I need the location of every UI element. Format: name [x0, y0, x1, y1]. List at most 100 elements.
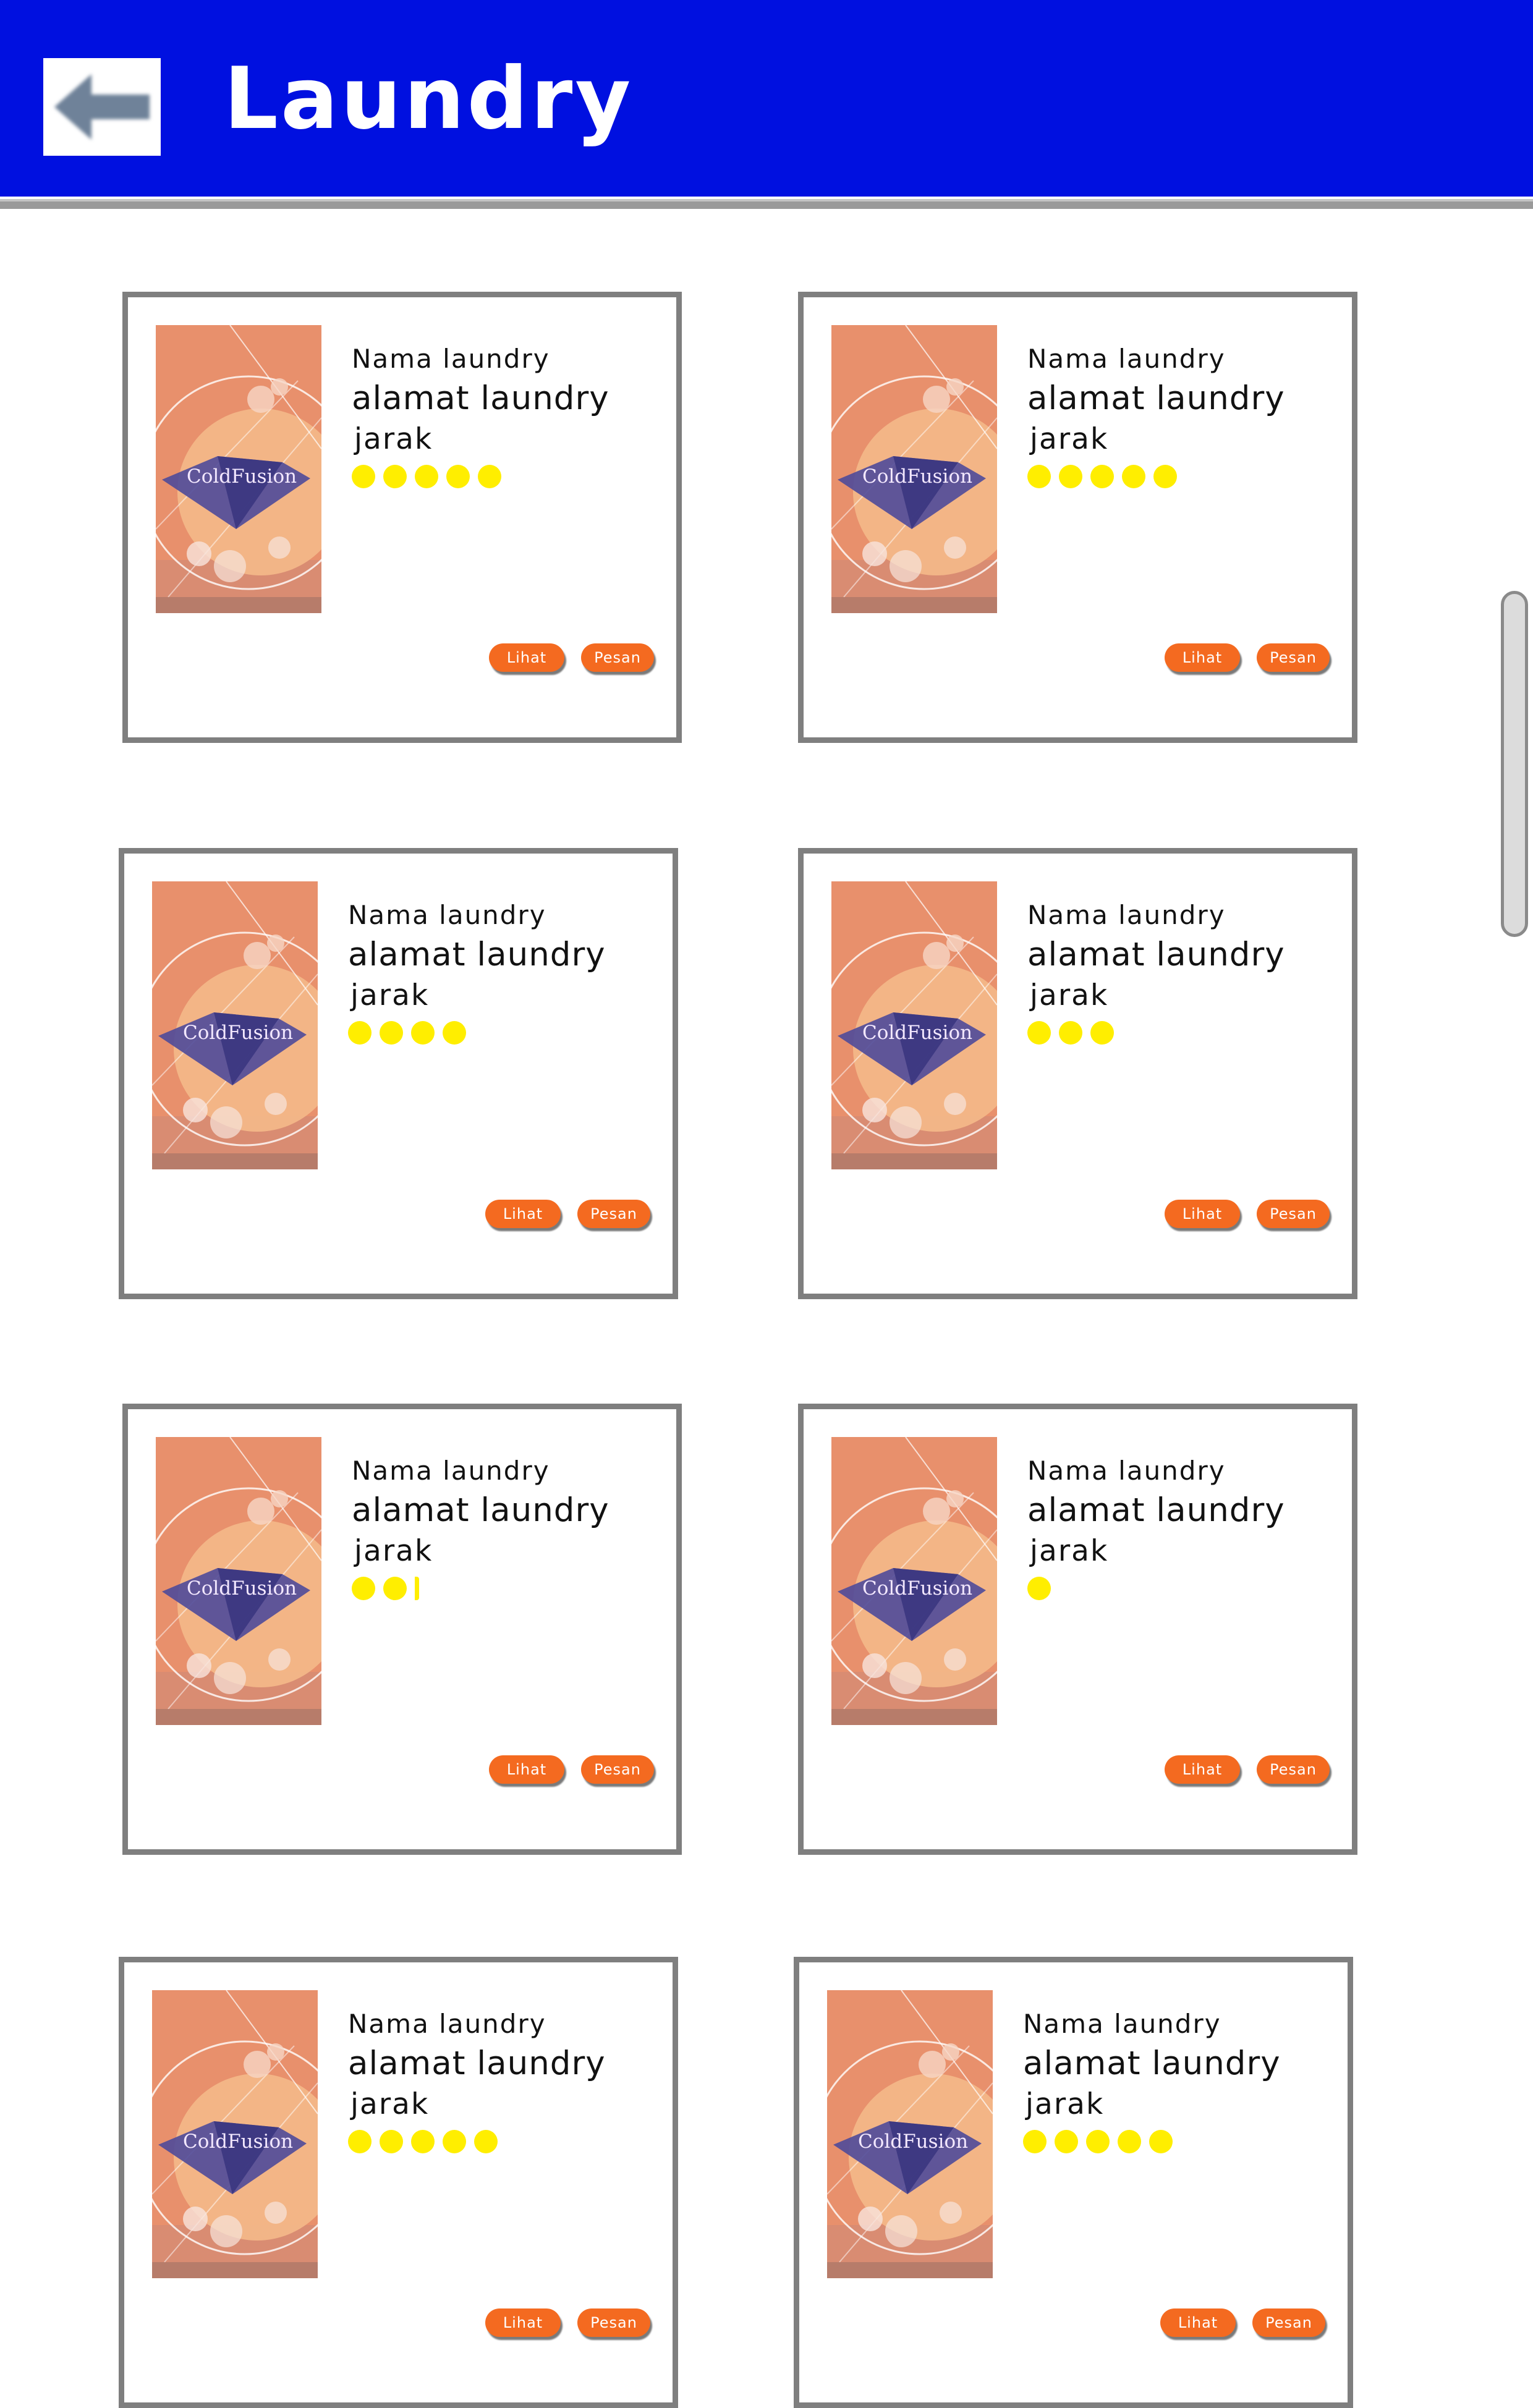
view-button[interactable]: Lihat	[485, 1200, 561, 1228]
rating-dots	[1027, 465, 1285, 490]
rating-dot	[411, 1021, 435, 1045]
rating-dot	[443, 2130, 466, 2153]
rating-dots	[1027, 1021, 1285, 1046]
rating-dot	[1153, 465, 1177, 488]
rating-dot	[352, 1577, 375, 1600]
order-button[interactable]: Pesan	[581, 643, 654, 672]
laundry-thumbnail: ColdFusion	[156, 325, 321, 613]
order-button[interactable]: Pesan	[577, 2308, 650, 2337]
laundry-card[interactable]: ColdFusion Nama laundry alamat laundry j…	[798, 1404, 1357, 1855]
laundry-card[interactable]: ColdFusion Nama laundry alamat laundry j…	[794, 1957, 1353, 2408]
rating-dot	[474, 2130, 498, 2153]
svg-text:ColdFusion: ColdFusion	[862, 1577, 972, 1600]
view-button[interactable]: Lihat	[1160, 2308, 1236, 2337]
laundry-address: alamat laundry	[1027, 936, 1285, 973]
laundry-address: alamat laundry	[1027, 379, 1285, 417]
laundry-name: Nama laundry	[1027, 900, 1226, 930]
rating-dot	[1086, 2130, 1110, 2153]
header-divider	[0, 199, 1533, 209]
rating-dot	[1027, 465, 1051, 488]
rating-dot	[1055, 2130, 1078, 2153]
svg-text:ColdFusion: ColdFusion	[187, 465, 297, 488]
laundry-name: Nama laundry	[1027, 344, 1226, 374]
laundry-address: alamat laundry	[352, 379, 609, 417]
rating-dot	[411, 2130, 435, 2153]
rating-dot	[380, 2130, 403, 2153]
rating-dot	[348, 2130, 372, 2153]
rating-dot	[1059, 465, 1082, 488]
rating-dot	[1059, 1021, 1082, 1045]
svg-text:ColdFusion: ColdFusion	[862, 1022, 972, 1044]
view-button[interactable]: Lihat	[489, 643, 564, 672]
back-button[interactable]	[43, 58, 161, 156]
arrow-left-icon	[54, 74, 150, 140]
rating-dot	[383, 465, 407, 488]
rating-dot	[1122, 465, 1145, 488]
laundry-card[interactable]: ColdFusion Nama laundry alamat laundry j…	[798, 848, 1357, 1299]
rating-dots	[348, 1021, 606, 1046]
laundry-card[interactable]: ColdFusion Nama laundry alamat laundry j…	[119, 848, 678, 1299]
rating-dots	[352, 465, 609, 490]
page-title: Laundry	[224, 49, 634, 148]
laundry-card[interactable]: ColdFusion Nama laundry alamat laundry j…	[119, 1957, 678, 2408]
view-button[interactable]: Lihat	[489, 1755, 564, 1784]
laundry-address: alamat laundry	[1023, 2045, 1281, 2082]
rating-dot-partial	[415, 1577, 419, 1600]
laundry-distance: jarak	[1030, 422, 1109, 456]
laundry-distance: jarak	[354, 422, 433, 456]
rating-dot	[478, 465, 501, 488]
laundry-thumbnail: ColdFusion	[831, 1437, 997, 1725]
rating-dot	[348, 1021, 372, 1045]
rating-dots	[1027, 1577, 1285, 1601]
rating-dots	[348, 2130, 606, 2155]
laundry-name: Nama laundry	[348, 900, 546, 930]
order-button[interactable]: Pesan	[1257, 1200, 1330, 1228]
laundry-name: Nama laundry	[348, 2009, 546, 2039]
view-button[interactable]: Lihat	[1165, 1755, 1240, 1784]
laundry-thumbnail: ColdFusion	[827, 1990, 993, 2278]
laundry-card[interactable]: ColdFusion Nama laundry alamat laundry j…	[122, 292, 682, 743]
order-button[interactable]: Pesan	[1257, 643, 1330, 672]
view-button[interactable]: Lihat	[1165, 1200, 1240, 1228]
laundry-thumbnail: ColdFusion	[831, 881, 997, 1169]
laundry-thumbnail: ColdFusion	[152, 1990, 318, 2278]
rating-dot	[415, 465, 438, 488]
rating-dot	[1149, 2130, 1173, 2153]
laundry-address: alamat laundry	[348, 936, 606, 973]
order-button[interactable]: Pesan	[1257, 1755, 1330, 1784]
svg-text:ColdFusion: ColdFusion	[187, 1577, 297, 1600]
scrollbar-thumb[interactable]	[1501, 591, 1528, 937]
laundry-thumbnail: ColdFusion	[156, 1437, 321, 1725]
rating-dot	[1090, 465, 1114, 488]
laundry-distance: jarak	[354, 1534, 433, 1568]
laundry-card[interactable]: ColdFusion Nama laundry alamat laundry j…	[122, 1404, 682, 1855]
laundry-name: Nama laundry	[1023, 2009, 1221, 2039]
svg-text:ColdFusion: ColdFusion	[183, 1022, 293, 1044]
order-button[interactable]: Pesan	[1252, 2308, 1325, 2337]
svg-text:ColdFusion: ColdFusion	[862, 465, 972, 488]
rating-dot	[446, 465, 470, 488]
svg-text:ColdFusion: ColdFusion	[183, 2130, 293, 2153]
laundry-address: alamat laundry	[352, 1491, 609, 1529]
rating-dot	[1027, 1021, 1051, 1045]
laundry-address: alamat laundry	[1027, 1491, 1285, 1529]
app-header: Laundry	[0, 0, 1533, 197]
view-button[interactable]: Lihat	[485, 2308, 561, 2337]
rating-dot	[1090, 1021, 1114, 1045]
order-button[interactable]: Pesan	[581, 1755, 654, 1784]
laundry-card[interactable]: ColdFusion Nama laundry alamat laundry j…	[798, 292, 1357, 743]
rating-dot	[443, 1021, 466, 1045]
view-button[interactable]: Lihat	[1165, 643, 1240, 672]
laundry-name: Nama laundry	[352, 1456, 550, 1486]
rating-dot	[1023, 2130, 1047, 2153]
order-button[interactable]: Pesan	[577, 1200, 650, 1228]
svg-text:ColdFusion: ColdFusion	[858, 2130, 968, 2153]
laundry-address: alamat laundry	[348, 2045, 606, 2082]
laundry-distance: jarak	[350, 978, 430, 1012]
rating-dot	[380, 1021, 403, 1045]
rating-dot	[1027, 1577, 1051, 1600]
laundry-distance: jarak	[350, 2087, 430, 2121]
rating-dots	[352, 1577, 609, 1601]
laundry-thumbnail: ColdFusion	[152, 881, 318, 1169]
laundry-name: Nama laundry	[1027, 1456, 1226, 1486]
